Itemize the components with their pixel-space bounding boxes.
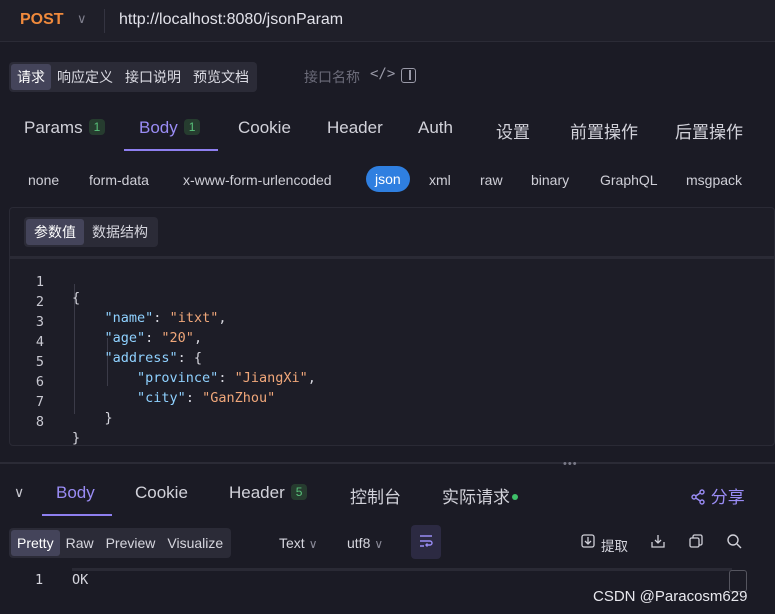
tab-params[interactable]: Params 1 bbox=[24, 118, 106, 138]
subtab-response-definition[interactable]: 响应定义 bbox=[51, 64, 119, 90]
chevron-down-icon: ∨ bbox=[308, 537, 318, 551]
side-panel-icon[interactable] bbox=[401, 68, 416, 83]
watermark: CSDN @Paracosm629 bbox=[593, 588, 748, 605]
tab-cookie[interactable]: Cookie bbox=[238, 118, 291, 138]
line-number: 8 bbox=[35, 414, 44, 430]
view-raw[interactable]: Raw bbox=[60, 530, 100, 556]
resp-tab-body[interactable]: Body bbox=[56, 483, 95, 503]
count-badge: 1 bbox=[88, 119, 106, 135]
encoding-select[interactable]: utf8 ∨ bbox=[347, 535, 383, 551]
resp-tab-header[interactable]: Header 5 bbox=[229, 483, 308, 503]
word-wrap-icon bbox=[420, 535, 433, 547]
code-line: 7 } bbox=[0, 378, 113, 426]
seg-data-structure[interactable]: 数据结构 bbox=[84, 219, 156, 245]
body-type-binary[interactable]: binary bbox=[531, 172, 569, 188]
word-wrap-button[interactable] bbox=[411, 525, 441, 559]
code-line: 4 "address": { bbox=[0, 318, 202, 366]
divider bbox=[10, 256, 775, 259]
tab-pre-operations[interactable]: 前置操作 bbox=[570, 118, 638, 143]
chevron-down-icon[interactable]: ∨ bbox=[77, 11, 87, 27]
pane-splitter[interactable] bbox=[0, 462, 775, 464]
subtab-request[interactable]: 请求 bbox=[11, 64, 51, 90]
code-line: 5 "province": "JiangXi", bbox=[0, 338, 316, 386]
resp-tab-cookie[interactable]: Cookie bbox=[135, 483, 188, 503]
share-button[interactable]: 分享 bbox=[690, 483, 745, 508]
copy-icon[interactable] bbox=[688, 533, 704, 553]
extract-button[interactable]: 提取 bbox=[601, 535, 628, 555]
resp-tab-actual-request[interactable]: 实际请求 bbox=[442, 483, 518, 508]
line-number: 1 bbox=[35, 572, 44, 588]
divider bbox=[72, 568, 732, 571]
format-select[interactable]: Text ∨ bbox=[279, 535, 317, 551]
tab-auth[interactable]: Auth bbox=[418, 118, 453, 138]
share-label: 分享 bbox=[710, 488, 745, 507]
drag-handle-icon[interactable]: ••• bbox=[563, 458, 578, 470]
resp-tab-console[interactable]: 控制台 bbox=[350, 483, 401, 508]
response-body-text: OK bbox=[72, 572, 89, 588]
url-bar bbox=[0, 0, 775, 42]
body-type-json[interactable]: json bbox=[366, 166, 410, 192]
active-tab-indicator bbox=[42, 514, 112, 516]
download-icon[interactable] bbox=[650, 533, 666, 553]
collapse-chevron-icon[interactable]: ∨ bbox=[14, 484, 24, 501]
active-tab-indicator bbox=[124, 149, 218, 151]
body-type-urlencoded[interactable]: x-www-form-urlencoded bbox=[183, 172, 332, 188]
divider bbox=[104, 9, 105, 33]
request-subtabs: 请求 响应定义 接口说明 预览文档 bbox=[9, 62, 257, 92]
code-line: 6 "city": "GanZhou" bbox=[0, 358, 275, 406]
code-icon[interactable]: </> bbox=[370, 66, 395, 82]
url-input[interactable]: http://localhost:8080/jsonParam bbox=[119, 11, 343, 29]
subtab-preview-docs[interactable]: 预览文档 bbox=[187, 64, 255, 90]
seg-param-values[interactable]: 参数值 bbox=[26, 219, 84, 245]
view-pretty[interactable]: Pretty bbox=[11, 530, 60, 556]
count-badge: 5 bbox=[290, 484, 308, 500]
tab-label: Params bbox=[24, 118, 83, 137]
body-type-xml[interactable]: xml bbox=[429, 172, 451, 188]
editor-mode-toggle: 参数值 数据结构 bbox=[24, 217, 158, 247]
body-type-raw[interactable]: raw bbox=[480, 172, 503, 188]
share-icon bbox=[691, 489, 705, 505]
tab-label: 实际请求 bbox=[442, 488, 510, 507]
body-type-form-data[interactable]: form-data bbox=[89, 172, 149, 188]
tab-body[interactable]: Body 1 bbox=[139, 118, 201, 138]
tab-header[interactable]: Header bbox=[327, 118, 383, 138]
chevron-down-icon: ∨ bbox=[374, 537, 384, 551]
tab-post-operations[interactable]: 后置操作 bbox=[675, 118, 743, 143]
view-visualize[interactable]: Visualize bbox=[161, 530, 229, 556]
body-type-none[interactable]: none bbox=[28, 172, 59, 188]
tab-settings[interactable]: 设置 bbox=[496, 118, 530, 143]
code-line: 8 } bbox=[0, 398, 80, 446]
code-line: 2 "name": "itxt", bbox=[0, 278, 227, 326]
extract-icon[interactable] bbox=[580, 533, 596, 553]
api-name-input[interactable]: 接口名称 bbox=[304, 67, 360, 87]
count-badge: 1 bbox=[183, 119, 201, 135]
tab-label: Body bbox=[139, 118, 178, 137]
response-view-toggle: Pretty Raw Preview Visualize bbox=[9, 528, 232, 558]
search-icon[interactable] bbox=[726, 533, 742, 553]
code-line: 1 { bbox=[0, 258, 80, 306]
method-select[interactable]: POST bbox=[20, 11, 64, 29]
code-line: 3 "age": "20", bbox=[0, 298, 202, 346]
subtab-api-description[interactable]: 接口说明 bbox=[119, 64, 187, 90]
status-dot bbox=[512, 494, 518, 500]
tab-label: Header bbox=[229, 483, 285, 502]
body-type-msgpack[interactable]: msgpack bbox=[686, 172, 742, 188]
view-preview[interactable]: Preview bbox=[100, 530, 162, 556]
body-type-graphql[interactable]: GraphQL bbox=[600, 172, 658, 188]
